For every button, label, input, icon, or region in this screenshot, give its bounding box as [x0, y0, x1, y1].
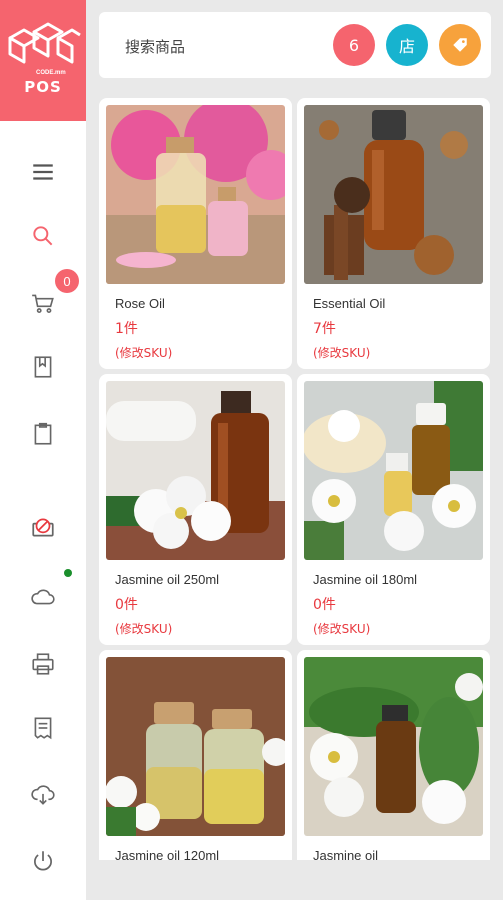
receipt-nav-button[interactable]: [0, 706, 86, 750]
search-input[interactable]: 搜索商品: [125, 36, 185, 57]
product-card[interactable]: Essential Oil 7件 (修改SKU): [297, 98, 490, 369]
power-nav-button[interactable]: [0, 839, 86, 883]
product-name: Essential Oil: [313, 296, 386, 311]
cloud-download-icon: [31, 785, 55, 805]
product-card[interactable]: Jasmine oil 120ml: [99, 650, 292, 860]
cart-nav-button[interactable]: 0: [0, 269, 86, 325]
product-image: [304, 657, 483, 836]
search-nav-button[interactable]: [0, 214, 86, 258]
product-image: [304, 105, 483, 284]
tag-button[interactable]: [439, 24, 481, 66]
product-name: Jasmine oil 180ml: [313, 572, 418, 587]
product-card[interactable]: Jasmine oil: [297, 650, 490, 860]
product-name: Jasmine oil: [313, 848, 379, 860]
prohibited-nav-button[interactable]: [0, 506, 86, 550]
receipt-icon: [34, 717, 52, 740]
clipboard-nav-button[interactable]: [0, 412, 86, 456]
product-quantity: 7件: [313, 321, 336, 337]
product-quantity: 0件: [313, 597, 336, 613]
menu-icon: [33, 164, 53, 180]
cube-logo-icon: [8, 22, 81, 64]
bookmark-nav-button[interactable]: [0, 345, 86, 389]
cloud-nav-button[interactable]: [0, 569, 86, 619]
app-logo: CODE.mm POS: [0, 0, 86, 121]
product-name: Rose Oil: [115, 296, 165, 311]
printer-icon: [32, 653, 54, 675]
menu-button[interactable]: [0, 150, 86, 194]
product-quantity: 0件: [115, 597, 138, 613]
edit-sku-link[interactable]: (修改SKU): [313, 620, 370, 637]
search-bar: 搜索商品 6 店: [99, 12, 491, 78]
cart-count-badge: 0: [55, 269, 79, 293]
tag-icon: [453, 38, 467, 52]
cloud-download-nav-button[interactable]: [0, 773, 86, 817]
item-count-button[interactable]: 6: [333, 24, 375, 66]
product-image: [106, 657, 285, 836]
edit-sku-link[interactable]: (修改SKU): [313, 344, 370, 361]
sidebar: CODE.mm POS 0: [0, 0, 86, 900]
bookmark-icon: [34, 356, 52, 378]
product-name: Jasmine oil 250ml: [115, 572, 220, 587]
logo-text: POS: [24, 78, 62, 96]
product-name: Jasmine oil 120ml: [115, 848, 220, 860]
edit-sku-link[interactable]: (修改SKU): [115, 620, 172, 637]
clipboard-icon: [34, 422, 52, 445]
power-icon: [34, 851, 52, 871]
store-button[interactable]: 店: [386, 24, 428, 66]
product-image: [106, 105, 285, 284]
sync-status-dot: [64, 569, 72, 577]
logo-subtitle: CODE.mm: [36, 70, 66, 76]
product-card[interactable]: Rose Oil 1件 (修改SKU): [99, 98, 292, 369]
cloud-icon: [31, 589, 55, 605]
cart-icon: [32, 294, 54, 314]
product-quantity: 1件: [115, 321, 138, 337]
edit-sku-link[interactable]: (修改SKU): [115, 344, 172, 361]
printer-nav-button[interactable]: [0, 642, 86, 686]
product-card[interactable]: Jasmine oil 250ml 0件 (修改SKU): [99, 374, 292, 645]
product-image: [304, 381, 483, 560]
product-card[interactable]: Jasmine oil 180ml 0件 (修改SKU): [297, 374, 490, 645]
prohibited-icon: [32, 518, 54, 537]
product-grid: Rose Oil 1件 (修改SKU) Essential Oil 7件 (修改…: [99, 98, 497, 860]
search-icon: [33, 226, 53, 246]
product-image: [106, 381, 285, 560]
